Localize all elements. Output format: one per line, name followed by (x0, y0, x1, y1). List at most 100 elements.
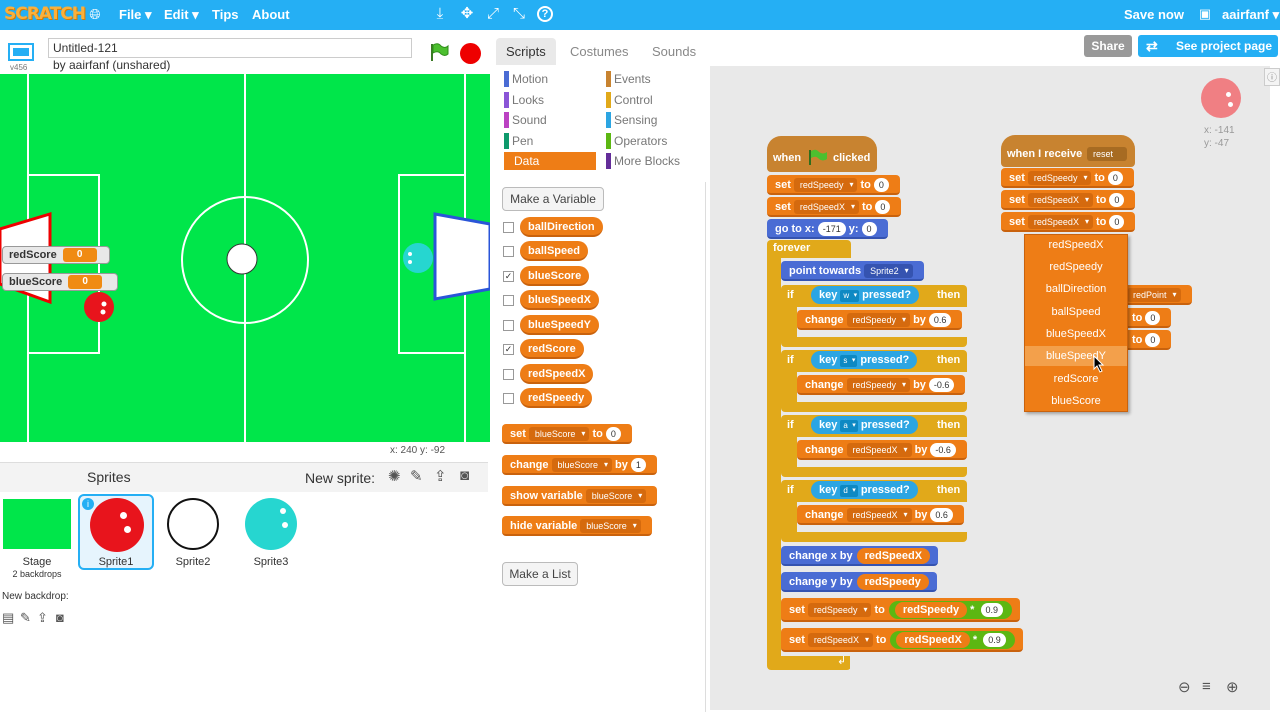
value-input[interactable]: 0.6 (930, 508, 953, 522)
variable-dropdown[interactable]: redSpeedy (807, 603, 872, 617)
palette-hide-variable-block[interactable]: hide variable blueScore (502, 516, 652, 536)
help-icon[interactable]: ? (537, 6, 553, 22)
tab-costumes[interactable]: Costumes (560, 38, 639, 65)
change-variable-block[interactable]: changeredSpeedXby0.6 (797, 505, 964, 525)
value-input[interactable]: 0 (605, 427, 621, 441)
value-input[interactable]: 0.9 (980, 603, 1004, 617)
checkbox-bluespeedx[interactable] (503, 295, 514, 306)
palette-set-block[interactable]: setblueScoreto0 (502, 424, 632, 444)
stage[interactable]: redScore 0 blueScore 0 (0, 74, 490, 442)
variable-dropdown[interactable]: redSpeedX (846, 443, 912, 457)
category-more-blocks[interactable]: More Blocks (606, 152, 702, 170)
value-input[interactable]: 0 (1145, 311, 1161, 325)
upload-icon[interactable]: ⇪ (434, 467, 447, 485)
backdrop-camera-icon[interactable]: ◙ (56, 610, 64, 625)
stop-icon[interactable] (460, 43, 481, 64)
change-variable-block[interactable]: changeredSpeedyby-0.6 (797, 375, 966, 395)
tab-scripts[interactable]: Scripts (496, 38, 556, 65)
menu-file[interactable]: File ▾ (119, 7, 152, 23)
variable-dropdown[interactable]: blueScore (551, 458, 613, 472)
info-panel-toggle[interactable]: ⓘ (1264, 68, 1280, 86)
reporter-redspeedy[interactable]: redSpeedy (520, 388, 593, 408)
sprite-tile-sprite1[interactable]: i Sprite1 (78, 494, 154, 570)
key-dropdown[interactable]: s (840, 355, 858, 367)
palette-show-variable-block[interactable]: show variable blueScore (502, 486, 658, 506)
camera-icon[interactable]: ◙ (460, 467, 469, 484)
variable-dropdown[interactable]: redPoint (1127, 288, 1181, 302)
change-variable-block[interactable]: changeredSpeedXby-0.6 (797, 440, 967, 460)
delete-cut-icon[interactable]: ✥ (458, 5, 476, 23)
reporter-bluespeedy[interactable]: blueSpeedY (520, 315, 599, 335)
checkbox-redspeedy[interactable] (503, 393, 514, 404)
variable-dropdown[interactable]: redSpeedX (807, 633, 873, 647)
checkbox-bluespeedy[interactable] (503, 320, 514, 331)
shrink-icon[interactable]: ⤡ (510, 5, 528, 23)
menu-item[interactable]: ballSpeed (1025, 302, 1127, 322)
paint-brush-icon[interactable]: ✎ (410, 467, 423, 485)
category-pen[interactable]: Pen (504, 132, 596, 150)
variable-dropdown[interactable]: blueScore (580, 519, 641, 533)
palette-change-block[interactable]: changeblueScoreby1 (502, 455, 657, 475)
category-looks[interactable]: Looks (504, 91, 596, 109)
set-block[interactable]: setredSpeedyto0 (767, 175, 900, 195)
when-i-receive-hat[interactable]: when I receive reset (1001, 135, 1135, 167)
zoom-reset-icon[interactable]: ≡ (1202, 678, 1211, 695)
variable-dropdown[interactable]: blueScore (585, 489, 647, 503)
category-sound[interactable]: Sound (504, 111, 596, 129)
green-flag-icon[interactable] (428, 42, 450, 62)
value-input[interactable]: 0.6 (928, 313, 952, 327)
key-pressed-sensor[interactable]: keywpressed? (811, 286, 920, 304)
backdrop-paint-icon[interactable]: ✎ (20, 610, 31, 626)
value-input[interactable]: 1 (630, 458, 646, 472)
category-motion[interactable]: Motion (504, 70, 596, 88)
variable-dropdown[interactable]: redSpeedX (793, 200, 859, 214)
key-pressed-sensor[interactable]: keyspressed? (811, 351, 918, 369)
menu-item[interactable]: redSpeedy (1025, 257, 1127, 277)
menu-edit[interactable]: Edit ▾ (164, 7, 199, 23)
variable-dropdown[interactable]: redSpeedy (1027, 171, 1092, 185)
menu-item[interactable]: blueSpeedX (1025, 324, 1127, 344)
value-input[interactable]: 0 (1107, 171, 1123, 185)
x-input[interactable]: -171 (817, 222, 846, 236)
reporter-bluespeedx[interactable]: blueSpeedX (520, 290, 599, 310)
reporter-redspeedy[interactable]: redSpeedy (856, 574, 929, 590)
grow-icon[interactable]: ⤢ (484, 5, 502, 23)
variable-dropdown[interactable]: redSpeedy (846, 313, 911, 327)
share-button[interactable]: Share (1084, 35, 1132, 57)
category-events[interactable]: Events (606, 70, 698, 88)
partially-hidden-block[interactable]: redPoint (1120, 285, 1192, 305)
menu-about[interactable]: About (252, 7, 290, 22)
set-block[interactable]: setredSpeedXto0 (767, 197, 902, 217)
message-dropdown[interactable]: reset (1087, 147, 1128, 161)
stage-size-icon[interactable] (8, 42, 34, 62)
menu-item[interactable]: blueScore (1025, 391, 1127, 411)
key-dropdown[interactable]: d (840, 485, 858, 497)
category-operators[interactable]: Operators (606, 132, 698, 150)
set-block[interactable]: setredSpeedyto0 (1001, 168, 1134, 188)
make-variable-button[interactable]: Make a Variable (502, 187, 604, 211)
set-multiply-block[interactable]: setredSpeedXtoredSpeedX * 0.9 (781, 628, 1023, 652)
set-multiply-block[interactable]: setredSpeedytoredSpeedy * 0.9 (781, 598, 1021, 622)
project-title-input[interactable] (48, 38, 412, 58)
checkbox-redscore[interactable]: ✓ (503, 344, 514, 355)
when-flag-clicked-hat[interactable]: when clicked (767, 136, 877, 172)
checkbox-ballspeed[interactable] (503, 246, 514, 257)
sprite-tile-sprite3[interactable]: Sprite3 (236, 494, 306, 568)
checkbox-balldirection[interactable] (503, 222, 514, 233)
save-now-link[interactable]: Save now (1124, 7, 1184, 22)
variable-dropdown[interactable]: redSpeedX (846, 508, 912, 522)
user-menu[interactable]: aairfanf ▾ (1222, 7, 1279, 23)
backdrop-library-icon[interactable]: ▤ (2, 610, 14, 626)
value-input[interactable]: 0 (1109, 215, 1125, 229)
change-y-block[interactable]: change y by redSpeedy (781, 572, 937, 592)
reporter-redspeedx[interactable]: redSpeedX (896, 632, 970, 648)
value-input[interactable]: 0 (873, 178, 889, 192)
tab-sounds[interactable]: Sounds (642, 38, 706, 65)
see-project-page-button[interactable]: ⇄ See project page (1138, 35, 1278, 57)
scratch-logo[interactable]: SCRATCH (4, 4, 86, 24)
zoom-out-icon[interactable]: ⊖ (1178, 678, 1191, 696)
zoom-in-icon[interactable]: ⊕ (1226, 678, 1239, 696)
duplicate-stamp-icon[interactable]: ⤓ (431, 5, 449, 23)
stage-thumbnail[interactable]: Stage 2 backdrops (0, 494, 74, 579)
goto-xy-block[interactable]: go to x: -171 y: 0 (767, 219, 888, 239)
